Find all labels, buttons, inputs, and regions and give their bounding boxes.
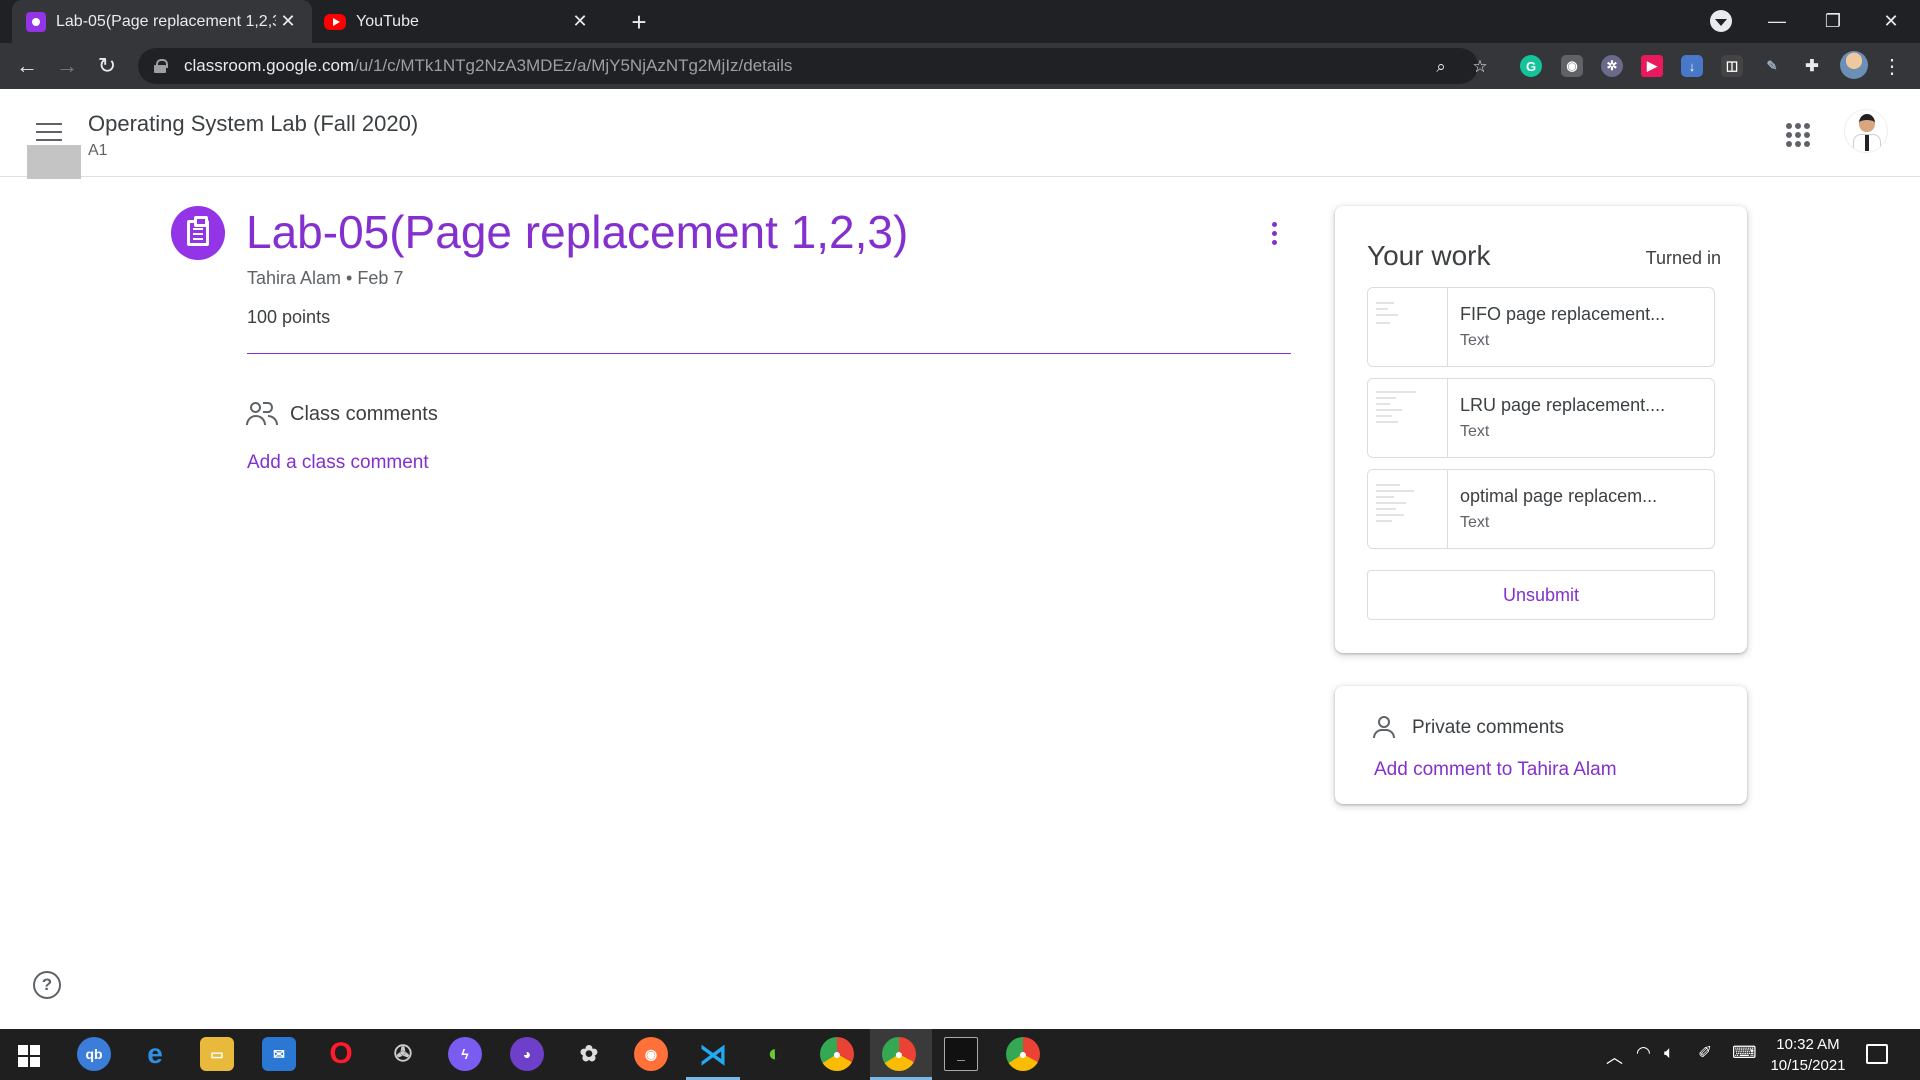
chrome-profile-icon[interactable]: ● [1006,1037,1040,1071]
reload-icon[interactable]: ↻ [92,51,122,81]
assignment-meta: Tahira Alam • Feb 7 [247,268,404,288]
firefox-icon[interactable]: ◉ [634,1037,668,1071]
close-tab-icon[interactable]: ✕ [276,10,300,34]
attachment-thumbnail [1368,379,1448,457]
divider [247,353,1291,354]
qbittorrent-icon[interactable]: qb [77,1037,111,1071]
vscode-icon[interactable]: ⋊ [696,1037,730,1071]
assignment-points: 100 points [247,307,331,327]
tab-youtube[interactable]: YouTube ✕ [314,0,604,43]
notifications-icon[interactable] [1866,1044,1888,1064]
more-options-icon[interactable] [1264,218,1284,248]
main-menu-icon[interactable] [36,123,62,143]
account-avatar[interactable] [1844,109,1888,153]
course-title[interactable]: Operating System Lab (Fall 2020) [88,111,418,137]
windows-taskbar: qb e ▭ ✉ O ✇ ϟ ◕ ✿ ◉ ⋊ ◐ ● ● _ ● ︿ ◠ 🔈︎ … [0,1029,1920,1080]
browser-menu-icon[interactable]: ⋮ [1882,51,1902,81]
person-icon [1373,716,1395,738]
tab-classroom[interactable]: Lab-05(Page replacement 1,2,3) ✕ [12,0,312,43]
system-clock[interactable]: 10:32 AM 10/15/2021 [1766,1034,1850,1076]
lock-icon[interactable] [154,59,168,73]
tab-label: Lab-05(Page replacement 1,2,3) [56,12,276,30]
windows-start-icon[interactable] [18,1045,40,1067]
restore-icon[interactable]: ❐ [1806,0,1860,43]
tab-label: YouTube [356,12,419,30]
bookmark-star-icon[interactable]: ☆ [1470,57,1490,77]
help-icon[interactable]: ? [33,971,61,999]
clock-date: 10/15/2021 [1770,1057,1846,1074]
add-private-comment-link[interactable]: Add comment to Tahira Alam [1374,759,1617,781]
attachment-type: Text [1460,423,1490,440]
pen-extension-icon[interactable]: ✎ [1761,55,1783,77]
pen-icon[interactable]: ✐ [1698,1043,1712,1063]
wifi-icon[interactable]: ◠ [1636,1043,1651,1063]
chrome-icon[interactable]: ● [820,1037,854,1071]
clock-time: 10:32 AM [1776,1036,1840,1053]
minimize-icon[interactable]: — [1750,0,1804,43]
attachment-item[interactable]: optimal page replacem... Text [1367,469,1715,549]
url-host: classroom.google.com [184,56,355,75]
people-icon [246,402,278,426]
your-work-title: Your work [1367,240,1491,271]
download-extension-icon[interactable]: ↓ [1681,55,1703,77]
globe-app-icon[interactable]: ◐ [758,1037,792,1071]
browser-profile-avatar[interactable] [1840,51,1868,79]
assignment-title: Lab-05(Page replacement 1,2,3) [246,206,909,258]
satellite-icon[interactable]: ✇ [386,1037,420,1071]
show-hidden-icons[interactable]: ︿ [1606,1043,1623,1068]
tab-search-icon[interactable] [1710,10,1732,32]
status-badge: Turned in [1645,248,1721,268]
class-comments-label: Class comments [290,403,438,425]
flag-extension-icon[interactable]: ▶ [1641,55,1663,77]
messenger-icon[interactable]: ϟ [448,1037,482,1071]
extensions-puzzle-icon[interactable]: ✚ [1801,55,1823,77]
your-work-card: Your work Turned in FIFO page replacemen… [1335,206,1747,653]
attachment-name: LRU page replacement.... [1460,395,1666,415]
extension-icon[interactable]: ✲ [1601,55,1623,77]
attachment-name: optimal page replacem... [1460,486,1658,506]
attachment-thumbnail [1368,288,1448,366]
url-text: classroom.google.com/u/1/c/MTk1NTg2NzA3M… [184,56,792,76]
mail-icon[interactable]: ✉ [262,1037,296,1071]
course-section: A1 [88,142,108,159]
url-path: /u/1/c/MTk1NTg2NzA3MDEz/a/MjY5NjAzNTg2Mj… [354,56,793,75]
private-comments-label: Private comments [1412,717,1565,738]
classroom-header: Operating System Lab (Fall 2020) A1 [0,89,1920,179]
keyboard-icon[interactable]: ⌨ [1732,1043,1757,1063]
add-class-comment-link[interactable]: Add a class comment [247,452,429,474]
google-classroom-icon [26,11,46,32]
unsubmit-button[interactable]: Unsubmit [1367,570,1715,620]
back-icon[interactable]: ← [12,51,42,81]
volume-icon[interactable]: 🔈︎ [1664,1043,1674,1063]
opera-icon[interactable]: O [324,1037,358,1071]
attachment-type: Text [1460,332,1490,349]
edge-icon[interactable]: e [138,1037,172,1071]
address-bar[interactable]: classroom.google.com/u/1/c/MTk1NTg2NzA3M… [138,48,1488,84]
attachment-item[interactable]: FIFO page replacement... Text [1367,287,1715,367]
attachment-name: FIFO page replacement... [1460,304,1666,324]
grammarly-icon[interactable]: G [1520,55,1542,77]
close-tab-icon[interactable]: ✕ [568,10,592,34]
github-desktop-icon[interactable]: ◕ [510,1037,544,1071]
chrome-active-icon[interactable]: ● [882,1037,916,1071]
zoom-icon[interactable]: ⌕ [1431,57,1451,77]
attachment-type: Text [1460,514,1490,531]
file-explorer-icon[interactable]: ▭ [200,1037,234,1071]
close-window-icon[interactable]: ✕ [1864,0,1918,43]
browser-toolbar: ← → ↻ classroom.google.com/u/1/c/MTk1NTg… [0,43,1920,89]
new-tab-button[interactable]: + [624,7,654,37]
youtube-icon [324,13,346,30]
private-comments-card: Private comments Add comment to Tahira A… [1335,686,1747,804]
google-apps-icon[interactable] [1786,123,1810,147]
paint-icon[interactable]: ✿ [572,1037,606,1071]
forward-icon[interactable]: → [52,51,82,81]
redacted-block [27,145,81,179]
screen-extension-icon[interactable]: ◫ [1721,55,1743,77]
terminal-icon[interactable]: _ [944,1037,978,1071]
attachment-thumbnail [1368,470,1448,548]
camera-extension-icon[interactable]: ◉ [1561,55,1583,77]
attachment-item[interactable]: LRU page replacement.... Text [1367,378,1715,458]
assignment-icon [171,206,225,260]
browser-tab-strip: Lab-05(Page replacement 1,2,3) ✕ YouTube… [0,0,1920,43]
